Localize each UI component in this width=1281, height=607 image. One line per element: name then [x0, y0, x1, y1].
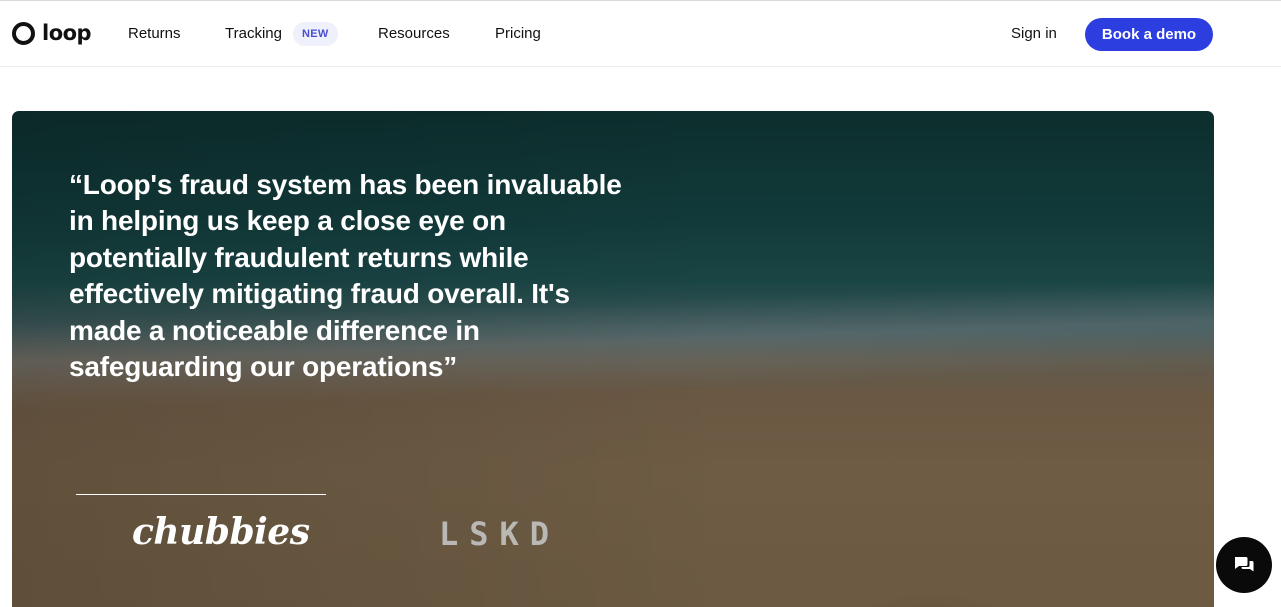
nav-resources[interactable]: Resources	[378, 24, 450, 44]
nav-pricing[interactable]: Pricing	[495, 24, 541, 44]
brand-logo-chubbies[interactable]: chubbies	[132, 511, 310, 553]
new-badge: NEW	[293, 22, 338, 46]
testimonial-hero: “Loop's fraud system has been invaluable…	[12, 111, 1214, 607]
brand-logo-lskd[interactable]: LSKD	[439, 515, 560, 553]
nav-tracking[interactable]: Tracking	[225, 24, 282, 44]
chat-button[interactable]	[1216, 537, 1272, 593]
sign-in-link[interactable]: Sign in	[1011, 24, 1057, 44]
nav-returns[interactable]: Returns	[128, 24, 181, 44]
top-nav: loop Returns Tracking NEW Resources Pric…	[0, 1, 1281, 67]
brand-active-indicator	[76, 494, 326, 495]
logo-link[interactable]: loop	[12, 20, 92, 46]
chat-bubbles-icon	[1235, 557, 1254, 572]
testimonial-quote: “Loop's fraud system has been invaluable…	[69, 169, 622, 383]
loop-ring-icon	[12, 21, 35, 45]
logo-text: loop	[42, 21, 92, 45]
book-demo-button[interactable]: Book a demo	[1085, 18, 1213, 51]
